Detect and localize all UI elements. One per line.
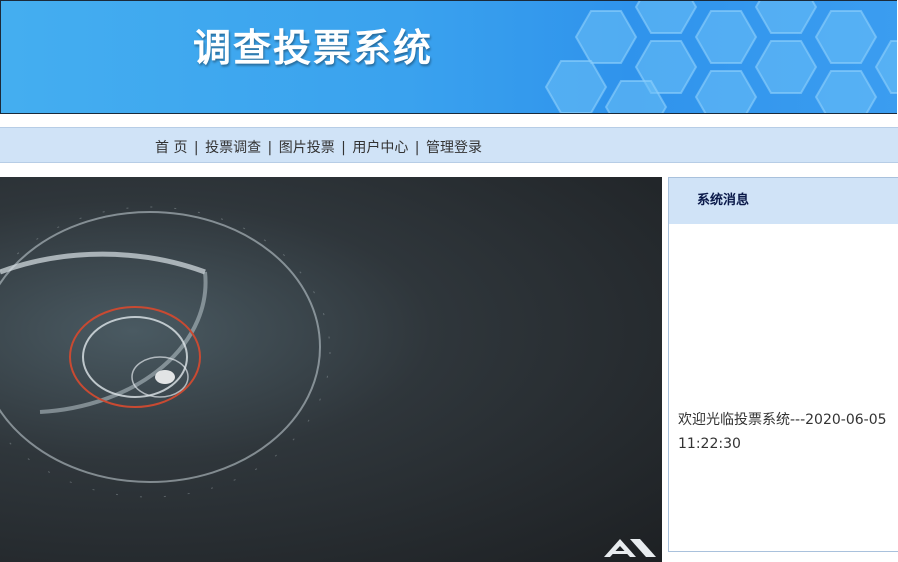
- system-messages-panel: 系统消息 欢迎光临投票系统---2020-06-05 11:22:30: [668, 177, 898, 552]
- banner-image[interactable]: [0, 177, 662, 562]
- nav-separator: |: [267, 140, 273, 156]
- system-message-text: 欢迎光临投票系统---2020-06-05 11:22:30: [678, 408, 898, 456]
- nav-separator: |: [193, 140, 199, 156]
- ad-logo: [604, 539, 656, 557]
- nav-admin-login[interactable]: 管理登录: [426, 140, 482, 156]
- site-header: 调查投票系统: [0, 0, 897, 114]
- nav-separator: |: [414, 140, 420, 156]
- message-line: 11:22:30: [678, 436, 741, 452]
- system-messages-header: 系统消息: [669, 178, 898, 224]
- site-title: 调查投票系统: [193, 26, 434, 70]
- message-line: 欢迎光临投票系统---2020-06-05: [678, 412, 887, 428]
- nav-home[interactable]: 首 页: [155, 140, 187, 156]
- system-messages-title: 系统消息: [697, 193, 750, 208]
- hexagon-pattern: [544, 1, 897, 113]
- main-nav: 首 页 | 投票调查 | 图片投票 | 用户中心 | 管理登录: [0, 127, 898, 163]
- banner-graphic: [0, 206, 656, 557]
- nav-user-center[interactable]: 用户中心: [352, 140, 408, 156]
- nav-vote-survey[interactable]: 投票调查: [205, 140, 261, 156]
- nav-separator: |: [341, 140, 346, 156]
- nav-image-vote[interactable]: 图片投票: [279, 140, 335, 156]
